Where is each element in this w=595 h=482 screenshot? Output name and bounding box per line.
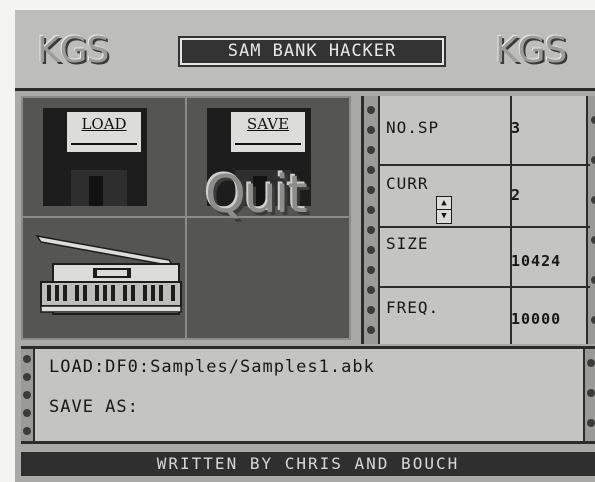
quit-button[interactable] [187,218,349,338]
kgs-logo-right: KGS [495,30,567,71]
save-as-field[interactable]: SAVE AS: [49,397,139,417]
save-label: SAVE [246,115,290,133]
arrow-up-icon[interactable]: ▲ [437,197,451,210]
curr-stepper[interactable]: ▲ ▼ [436,196,452,224]
stat-row-size: SIZE 10424 [380,228,590,288]
file-panel: LOAD:DF0:Samples/Samples1.abk SAVE AS: [21,346,595,444]
curr-label: CURR [386,174,429,193]
arrow-down-icon[interactable]: ▼ [437,210,451,222]
keyboard-icon [35,234,182,315]
film-strip-files-left [21,349,35,441]
quit-label: Quit [205,165,308,225]
keyboard-button[interactable] [23,218,185,338]
app-window: KGS SAM BANK HACKER KGS LOAD SAVE Quit N… [15,10,595,482]
header-bar: KGS SAM BANK HACKER KGS [15,10,595,91]
disk-icon: LOAD [43,108,147,206]
film-strip-files-right [583,349,595,441]
stats-panel: NO.SP 3 CURR ▲ ▼ 2 SIZE 10424 FREQ. 1000… [361,96,595,344]
load-button[interactable]: LOAD [23,98,185,216]
stat-row-freq: FREQ. 10000 [380,288,590,342]
stat-row-no-sp: NO.SP 3 [380,96,590,166]
size-value: 10424 [511,252,562,270]
curr-value: 2 [511,186,522,204]
stat-row-curr: CURR ▲ ▼ 2 [380,166,590,228]
credits-bar: WRITTEN BY CHRIS AND BOUCH [21,452,595,476]
size-label: SIZE [386,234,429,253]
film-strip-left [364,96,380,344]
load-label: LOAD [81,115,127,133]
kgs-logo-left: KGS [37,30,109,71]
freq-label: FREQ. [386,298,440,317]
app-title: SAM BANK HACKER [178,36,446,67]
load-path-field[interactable]: LOAD:DF0:Samples/Samples1.abk [49,357,375,377]
no-sp-value: 3 [511,119,522,137]
freq-value: 10000 [511,310,562,328]
no-sp-label: NO.SP [386,118,440,137]
